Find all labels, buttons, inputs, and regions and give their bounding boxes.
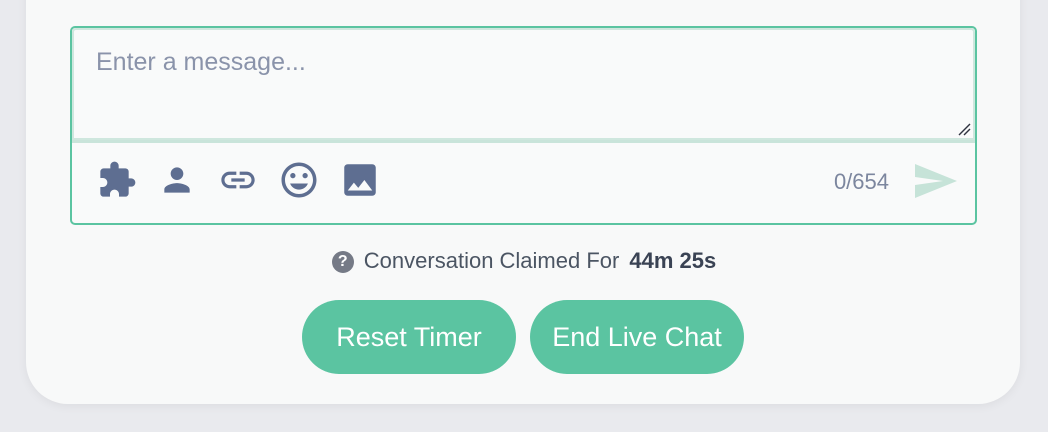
person-icon[interactable] [156, 159, 198, 201]
send-icon [915, 164, 957, 198]
message-input-wrapper [72, 28, 975, 143]
send-button[interactable] [911, 161, 961, 201]
image-icon[interactable] [339, 159, 381, 201]
claim-status-label: Conversation Claimed For [363, 248, 620, 273]
puzzle-icon[interactable] [96, 159, 138, 201]
message-input[interactable] [72, 28, 975, 140]
resize-handle-icon[interactable] [957, 122, 971, 136]
composer-toolbar: 0/654 [72, 145, 975, 223]
help-icon[interactable]: ? [331, 251, 354, 273]
end-live-chat-button[interactable]: End Live Chat [530, 300, 744, 374]
link-icon[interactable] [217, 159, 259, 201]
message-composer: 0/654 [70, 26, 977, 225]
claim-duration: 44m 25s [629, 248, 717, 273]
character-counter: 0/654 [833, 169, 889, 194]
reset-timer-button[interactable]: Reset Timer [302, 300, 516, 374]
claim-status: ? Conversation Claimed For 44m 25s [0, 248, 1048, 274]
smiley-icon[interactable] [278, 159, 320, 201]
